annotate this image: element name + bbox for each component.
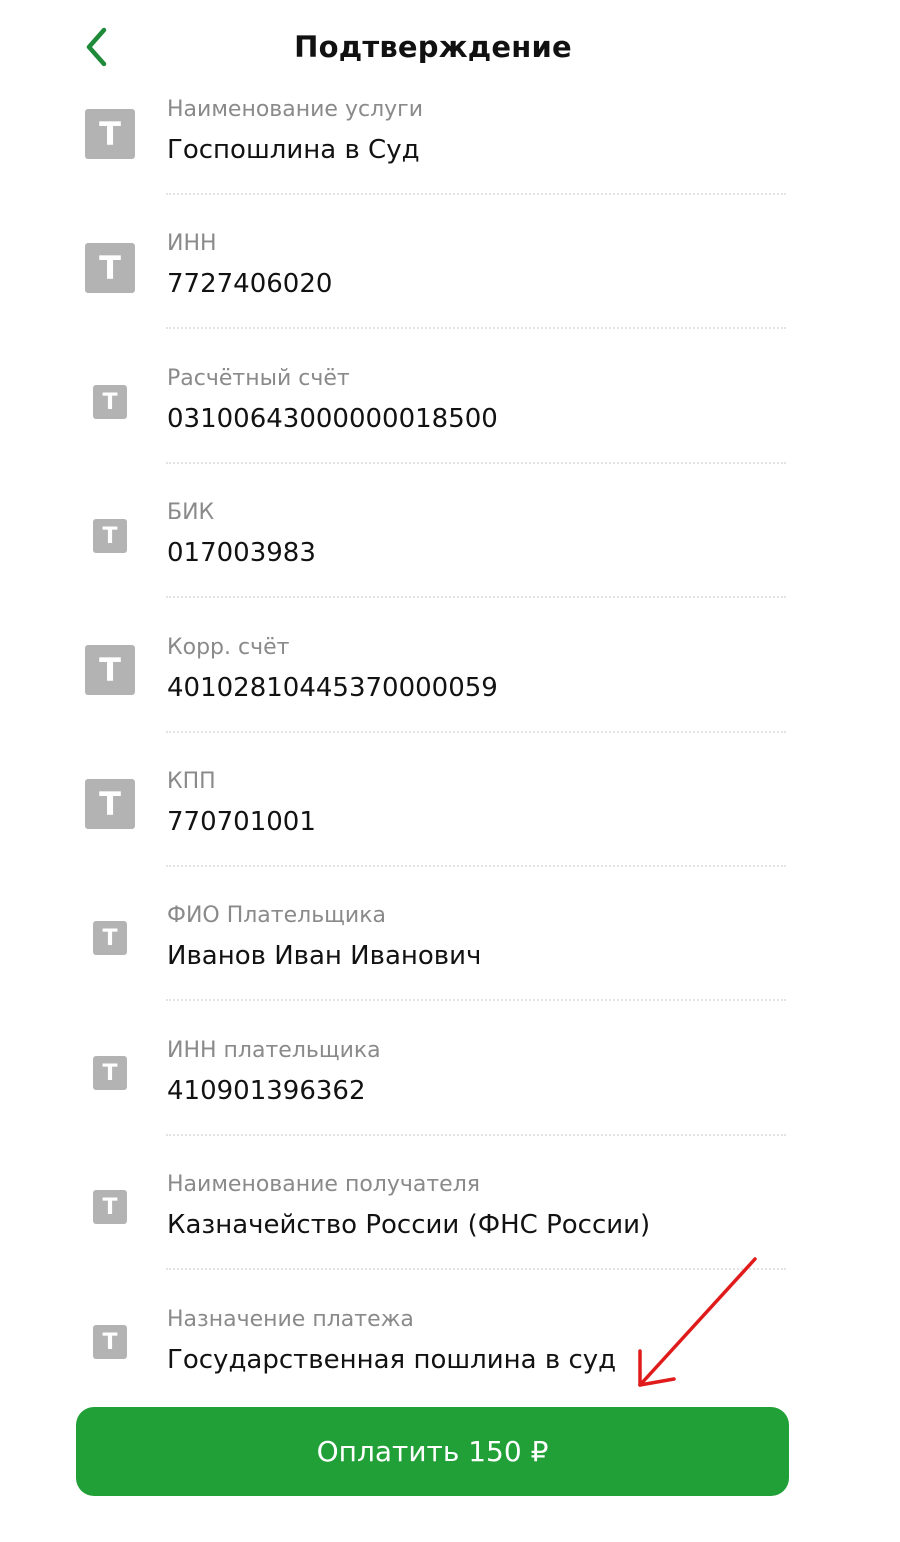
field-inn: T ИНН 7727406020 [0,231,900,365]
divider [166,327,786,329]
pay-button[interactable]: Оплатить 150 ₽ [76,1407,789,1496]
field-label: ИНН [167,231,217,256]
divider [166,1134,786,1136]
field-label: Наименование получателя [167,1172,481,1197]
text-field-icon: T [85,645,135,695]
divider [166,193,786,195]
field-label: ФИО Плательщика [167,903,386,928]
field-value: 7727406020 [167,269,333,299]
field-settlement-account: T Расчётный счёт 03100643000000018500 [0,366,900,500]
field-payer-inn: T ИНН плательщика 410901396362 [0,1038,900,1172]
field-label: Наименование услуги [167,97,424,122]
field-label: Корр. счёт [167,635,290,660]
field-value: 410901396362 [167,1076,366,1106]
field-value: 017003983 [167,538,316,568]
divider [166,462,786,464]
field-value: 770701001 [167,807,316,837]
field-value: Госпошлина в Суд [167,135,420,165]
text-field-icon: T [93,519,127,553]
divider [166,731,786,733]
field-payer-name: T ФИО Плательщика Иванов Иван Иванович [0,903,900,1037]
field-label: БИК [167,500,215,525]
field-value: Государственная пошлина в суд [167,1345,617,1375]
text-field-icon: T [93,1056,127,1090]
divider [166,865,786,867]
divider [166,596,786,598]
field-service-name: T Наименование услуги Госпошлина в Суд [0,97,900,231]
field-value: 03100643000000018500 [167,404,498,434]
divider [166,999,786,1001]
field-label: ИНН плательщика [167,1038,381,1063]
text-field-icon: T [93,1190,127,1224]
text-field-icon: T [85,779,135,829]
text-field-icon: T [85,109,135,159]
field-kpp: T КПП 770701001 [0,769,900,903]
text-field-icon: T [85,243,135,293]
field-recipient-name: T Наименование получателя Казначейство Р… [0,1172,900,1306]
text-field-icon: T [93,921,127,955]
field-label: КПП [167,769,216,794]
field-corr-account: T Корр. счёт 40102810445370000059 [0,635,900,769]
field-label: Назначение платежа [167,1307,414,1332]
header: Подтверждение [0,0,900,100]
field-label: Расчётный счёт [167,366,350,391]
annotation-arrow-icon [638,1257,757,1387]
field-bik: T БИК 017003983 [0,500,900,634]
field-value: Иванов Иван Иванович [167,941,482,971]
page-title: Подтверждение [294,30,572,64]
text-field-icon: T [93,1325,127,1359]
field-value: Казначейство России (ФНС России) [167,1210,651,1240]
field-value: 40102810445370000059 [167,673,498,703]
text-field-icon: T [93,385,127,419]
